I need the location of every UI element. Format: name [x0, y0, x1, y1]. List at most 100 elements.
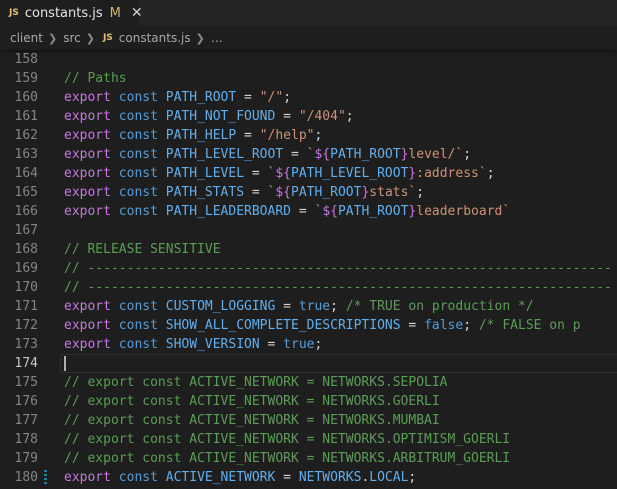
code-line[interactable]: 170 // ----------------------------------… [0, 278, 617, 297]
code-token: // export const ACTIVE_NETWORK = NETWORK… [64, 375, 448, 390]
code-text: // export const ACTIVE_NETWORK = NETWORK… [64, 373, 448, 392]
code-token: PATH_ROOT [330, 147, 401, 162]
code-line[interactable]: 174 [0, 354, 617, 373]
code-token: = [244, 185, 268, 200]
breadcrumb-symbol-more[interactable]: … [211, 31, 223, 45]
code-token: = [283, 147, 307, 162]
code-line[interactable]: 175 // export const ACTIVE_NETWORK = NETW… [0, 373, 617, 392]
code-token: ; [463, 318, 479, 333]
code-token: = [244, 166, 268, 181]
code-token: export [64, 185, 111, 200]
code-token: LOCAL [369, 470, 409, 485]
code-line[interactable]: 164 export const PATH_LEVEL = `${PATH_LEV… [0, 164, 617, 183]
code-line[interactable]: 179 // export const ACTIVE_NETWORK = NETW… [0, 449, 617, 468]
javascript-file-icon: JS [102, 33, 113, 43]
code-text: export const PATH_ROOT = "/"; [64, 88, 291, 107]
chevron-right-icon: ❯ [47, 31, 58, 45]
code-token: PATH_LEVEL_ROOT [165, 147, 284, 162]
code-token: = [259, 337, 284, 352]
code-token: ${ [275, 166, 292, 181]
code-text: // export const ACTIVE_NETWORK = NETWORK… [64, 392, 440, 411]
code-line[interactable]: 169 // ----------------------------------… [0, 259, 617, 278]
current-line-highlight [60, 354, 617, 373]
code-token: // RELEASE SENSITIVE [64, 242, 221, 257]
code-line[interactable]: 167 [0, 221, 617, 240]
code-token: PATH_STATS [165, 185, 245, 200]
code-token: const [118, 204, 158, 219]
code-line[interactable]: 162 export const PATH_HELP = "/help"; [0, 126, 617, 145]
code-token: // -------------------------------------… [64, 261, 612, 276]
code-token: stats` [369, 185, 417, 200]
code-line[interactable]: 166 export const PATH_LEADERBOARD = `${PA… [0, 202, 617, 221]
code-line[interactable]: 159 // Paths [0, 69, 617, 88]
code-line[interactable]: 178 // export const ACTIVE_NETWORK = NETW… [0, 430, 617, 449]
line-number: 179 [14, 451, 38, 466]
code-line[interactable]: 176 // export const ACTIVE_NETWORK = NETW… [0, 392, 617, 411]
code-text: export const PATH_STATS = `${PATH_ROOT}s… [64, 183, 424, 202]
code-token: ; [345, 109, 354, 124]
code-token: true [298, 299, 331, 314]
code-token: ${ [314, 147, 331, 162]
code-token: // export const ACTIVE_NETWORK = NETWORK… [64, 432, 511, 447]
code-token: /* TRUE on production */ [345, 299, 534, 314]
code-token: ; [283, 90, 292, 105]
code-line[interactable]: 158 [0, 50, 617, 69]
line-number: 161 [14, 109, 38, 124]
code-token: export [64, 109, 111, 124]
code-token: ; [408, 470, 417, 485]
code-token: NETWORKS [298, 470, 362, 485]
breadcrumb-item-file[interactable]: constants.js [119, 31, 191, 45]
modified-indicator: M [109, 5, 121, 21]
code-text: // export const ACTIVE_NETWORK = NETWORK… [64, 411, 440, 430]
code-token: PATH_LEVEL [165, 166, 245, 181]
code-token: export [64, 318, 111, 333]
code-line[interactable]: 161 export const PATH_NOT_FOUND = "/404"; [0, 107, 617, 126]
code-line[interactable]: 177 // export const ACTIVE_NETWORK = NETW… [0, 411, 617, 430]
code-token: = [291, 204, 315, 219]
code-token: // export const ACTIVE_NETWORK = NETWORK… [64, 451, 511, 466]
code-text: export const PATH_LEVEL = `${PATH_LEVEL_… [64, 164, 495, 183]
breadcrumb-item-src[interactable]: src [63, 31, 81, 45]
code-token: level/` [408, 147, 464, 162]
code-token: ; [314, 337, 323, 352]
code-text: export const ACTIVE_NETWORK = NETWORKS.L… [64, 468, 416, 487]
code-line[interactable]: 163 export const PATH_LEVEL_ROOT = `${PAT… [0, 145, 617, 164]
code-token: export [64, 166, 111, 181]
code-token: PATH_LEADERBOARD [165, 204, 291, 219]
code-line[interactable]: 172 export const SHOW_ALL_COMPLETE_DESCRI… [0, 316, 617, 335]
code-line[interactable]: 168 // RELEASE SENSITIVE [0, 240, 617, 259]
chevron-right-icon: ❯ [195, 31, 205, 45]
editor-tab-bar: JS constants.js M ✕ [0, 0, 617, 26]
code-token: export [64, 337, 111, 352]
code-token: const [118, 470, 158, 485]
code-token: const [118, 109, 158, 124]
code-editor[interactable]: 158 159 // Paths 160 export const PATH_ROOT … [0, 50, 617, 489]
code-line[interactable]: 173 export const SHOW_VERSION = true; [0, 335, 617, 354]
line-number: 170 [14, 280, 38, 295]
code-line[interactable]: 171 export const CUSTOM_LOGGING = true; /… [0, 297, 617, 316]
close-icon[interactable]: ✕ [131, 5, 143, 21]
code-token: const [118, 147, 158, 162]
breadcrumb-item-client[interactable]: client [10, 31, 43, 45]
code-token: ; [486, 166, 495, 181]
tab-constants-js[interactable]: JS constants.js M ✕ [0, 0, 143, 26]
code-line[interactable]: 165 export const PATH_STATS = `${PATH_ROO… [0, 183, 617, 202]
code-text: export const SHOW_VERSION = true; [64, 335, 322, 354]
code-token: PATH_ROOT [165, 90, 237, 105]
code-token: CUSTOM_LOGGING [165, 299, 276, 314]
code-line[interactable]: 180 export const ACTIVE_NETWORK = NETWORK… [0, 468, 617, 487]
code-line[interactable]: 160 export const PATH_ROOT = "/"; [0, 88, 617, 107]
line-number: 164 [14, 166, 38, 181]
code-token: PATH_LEVEL_ROOT [291, 166, 409, 181]
code-token: "/404" [298, 109, 346, 124]
code-token: PATH_ROOT [337, 204, 409, 219]
